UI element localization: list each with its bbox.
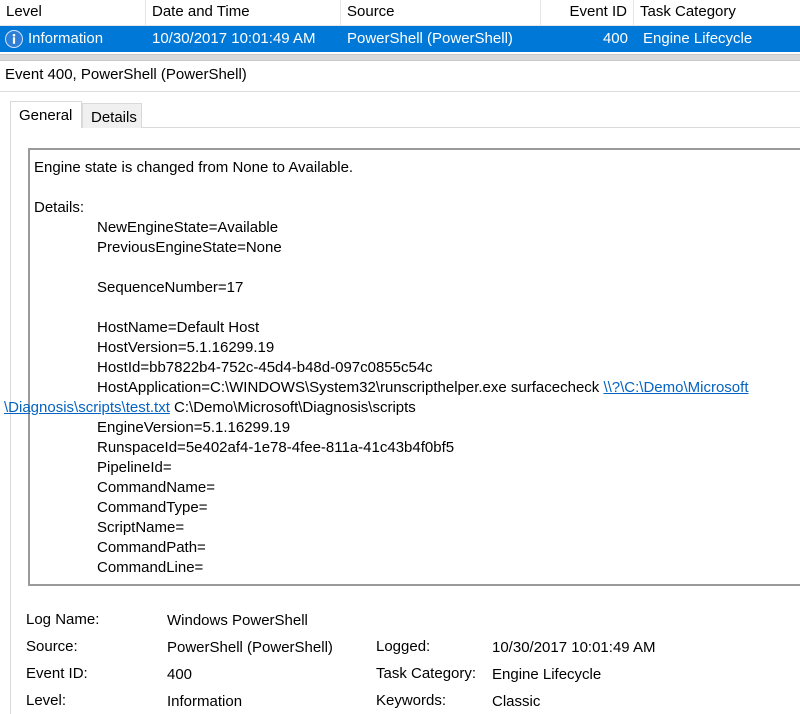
description-line: RunspaceId=5e402af4-1e78-4fee-811a-41c43… — [97, 439, 455, 456]
pane-splitter[interactable] — [0, 54, 800, 61]
description-line: HostName=Default Host — [97, 319, 260, 336]
description-line: HostId=bb7822b4-752c-45d4-b48d-097c0855c… — [97, 359, 433, 376]
description-line-wrapped: \Diagnosis\scripts\test.txt C:\Demo\Micr… — [4, 398, 416, 418]
description-details-label: Details: — [34, 199, 85, 216]
row-level: Information — [28, 30, 104, 47]
event-detail-title: Event 400, PowerShell (PowerShell) — [5, 66, 247, 83]
script-path-link[interactable]: \\?\C:\Demo\Microsoft — [603, 379, 748, 396]
keywords-label: Keywords: — [376, 692, 447, 709]
source-value: PowerShell (PowerShell) — [167, 639, 333, 656]
script-directory-text: C:\Demo\Microsoft\Diagnosis\scripts — [169, 399, 416, 416]
description-line: HostVersion=5.1.16299.19 — [97, 339, 275, 356]
row-source: PowerShell (PowerShell) — [347, 30, 513, 47]
row-event-id: 400 — [602, 30, 628, 47]
level-label: Level: — [26, 692, 67, 709]
info-icon — [5, 30, 23, 48]
description-line: CommandType= — [97, 499, 208, 516]
logged-label: Logged: — [376, 638, 431, 655]
description-line: CommandName= — [97, 479, 215, 496]
description-line: PipelineId= — [97, 459, 172, 476]
source-label: Source: — [26, 638, 78, 655]
logged-value: 10/30/2017 10:01:49 AM — [492, 639, 656, 656]
event-list-header: Level Date and Time Source Event ID Task… — [0, 0, 800, 26]
description-line: CommandPath= — [97, 539, 206, 556]
event-id-label: Event ID: — [26, 665, 88, 682]
description-line: ScriptName= — [97, 519, 185, 536]
row-date-time: 10/30/2017 10:01:49 AM — [152, 30, 316, 47]
column-header-event-id[interactable]: Event ID — [541, 0, 634, 25]
task-category-label: Task Category: — [376, 665, 477, 682]
tab-general[interactable]: General — [10, 101, 82, 128]
log-name-label: Log Name: — [26, 611, 100, 628]
event-description-box[interactable]: Engine state is changed from None to Ava… — [4, 148, 800, 586]
script-path-link-continued[interactable]: \Diagnosis\scripts\test.txt — [4, 399, 170, 416]
title-divider — [0, 91, 800, 92]
log-name-value: Windows PowerShell — [167, 612, 308, 629]
level-value: Information — [167, 693, 243, 710]
description-line-host-application: HostApplication=C:\WINDOWS\System32\runs… — [97, 378, 749, 398]
event-id-value: 400 — [167, 666, 193, 683]
column-header-date-time[interactable]: Date and Time — [146, 0, 341, 25]
column-header-level[interactable]: Level — [0, 0, 146, 25]
keywords-value: Classic — [492, 693, 541, 710]
row-task-category: Engine Lifecycle — [643, 30, 753, 47]
description-line: SequenceNumber=17 — [97, 279, 244, 296]
description-line: CommandLine= — [97, 559, 204, 576]
column-header-source[interactable]: Source — [341, 0, 541, 25]
description-line: EngineVersion=5.1.16299.19 — [97, 419, 291, 436]
host-application-text: HostApplication=C:\WINDOWS\System32\runs… — [97, 379, 604, 396]
description-line: PreviousEngineState=None — [97, 239, 282, 256]
column-header-task-category[interactable]: Task Category — [634, 0, 800, 25]
task-category-value: Engine Lifecycle — [492, 666, 602, 683]
description-summary: Engine state is changed from None to Ava… — [34, 159, 354, 176]
description-line: NewEngineState=Available — [97, 219, 279, 236]
tab-details[interactable]: Details — [82, 103, 142, 128]
event-row-selected[interactable]: Information 10/30/2017 10:01:49 AM Power… — [0, 26, 800, 52]
